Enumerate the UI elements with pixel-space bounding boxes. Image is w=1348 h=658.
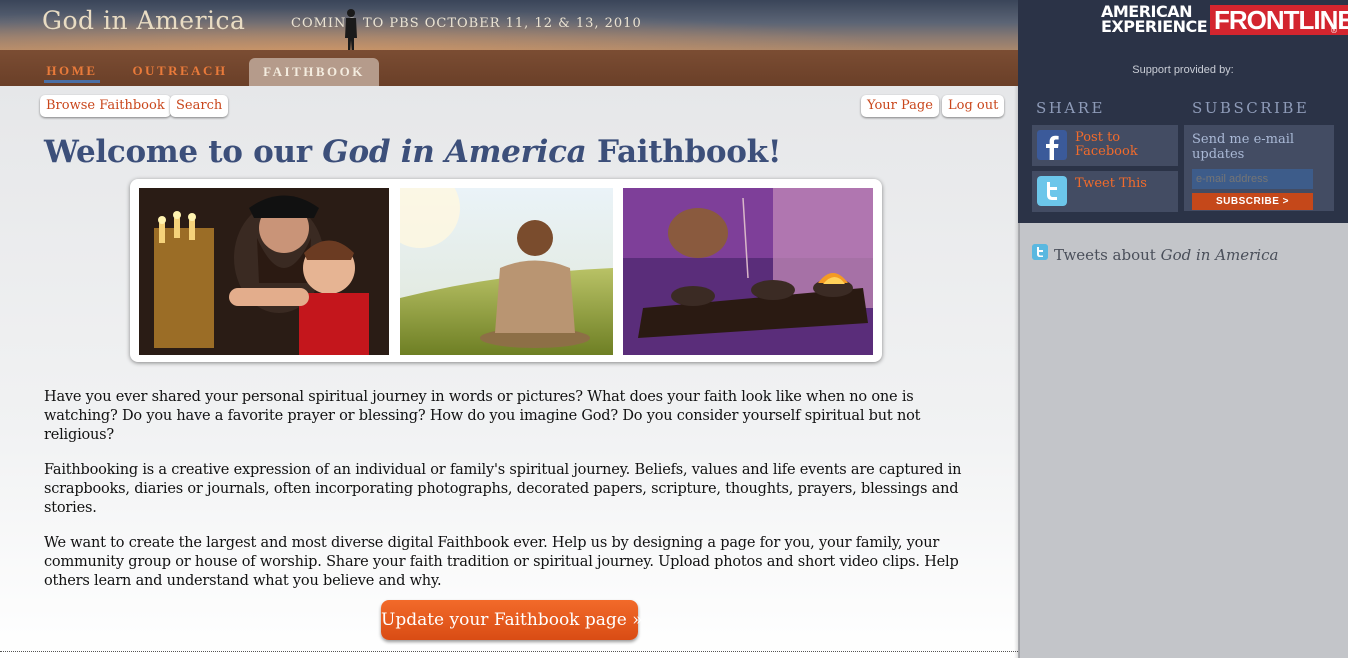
registered-mark: ®: [1330, 26, 1338, 35]
menorah-family-photo: [139, 188, 389, 355]
intro-paragraph: Have you ever shared your personal spiri…: [44, 389, 921, 443]
subscribe-form: Send me e-mail updates SUBSCRIBE >: [1184, 125, 1334, 211]
meditation-field-photo: [400, 188, 613, 355]
twitter-icon: [1037, 176, 1067, 206]
faithbooking-paragraph: Faithbooking is a creative expression of…: [44, 462, 962, 516]
main-nav: HOME OUTREACH FAITHBOOK: [0, 50, 1018, 86]
site-title-part1: God in: [42, 6, 129, 35]
page-title: Welcome to our God in America Faithbook!: [44, 134, 781, 170]
nav-outreach[interactable]: OUTREACH: [130, 50, 230, 86]
photo-strip: [130, 179, 882, 362]
subscribe-description: Send me e-mail updates: [1192, 132, 1295, 162]
subscribe-heading: SUBSCRIBE: [1192, 99, 1310, 117]
facebook-label: Post to Facebook: [1075, 130, 1138, 159]
frontline-logo[interactable]: FRONTLINE: [1210, 5, 1348, 35]
call-to-action-paragraph: We want to create the largest and most d…: [44, 535, 959, 589]
your-page-button[interactable]: Your Page: [861, 95, 939, 117]
title-italic: God in America: [322, 134, 587, 170]
post-to-facebook-button[interactable]: Post to Facebook: [1032, 125, 1178, 166]
site-title-part2: America: [136, 6, 246, 35]
main-content: Browse Faithbook Search Your Page Log ou…: [0, 86, 1018, 658]
tweets-label-italic: God in America: [1160, 246, 1279, 264]
browse-faithbook-button[interactable]: Browse Faithbook: [40, 95, 171, 117]
dotted-divider: [0, 651, 1018, 652]
site-title-logo[interactable]: God in America: [42, 6, 245, 35]
support-provided-by: Support provided by:: [1132, 64, 1234, 76]
facebook-icon: [1037, 130, 1067, 160]
log-out-button[interactable]: Log out: [942, 95, 1005, 117]
sponsor-header: AMERICAN EXPERIENCE FRONTLINE ® Support …: [1018, 0, 1348, 86]
nav-faithbook-active[interactable]: FAITHBOOK: [249, 58, 379, 86]
nav-home[interactable]: HOME: [44, 50, 100, 83]
twitter-label: Tweet This: [1075, 176, 1147, 191]
header-banner: God in America COMING TO PBS OCTOBER 11,…: [0, 0, 1018, 56]
tweets-widget-heading: Tweets about God in America: [1032, 244, 1279, 264]
tweet-this-button[interactable]: Tweet This: [1032, 171, 1178, 212]
update-faithbook-button[interactable]: Update your Faithbook page »: [381, 600, 643, 640]
ritual-offering-photo: [623, 188, 873, 355]
standing-figure-silhouette: [345, 9, 357, 56]
twitter-small-icon: [1032, 244, 1048, 260]
ae-line2: EXPERIENCE: [1101, 17, 1208, 36]
search-button[interactable]: Search: [170, 95, 229, 117]
title-after: Faithbook!: [586, 134, 782, 170]
american-experience-logo[interactable]: AMERICAN EXPERIENCE: [1101, 4, 1208, 36]
email-input[interactable]: [1192, 169, 1313, 189]
title-before: Welcome to our: [44, 134, 323, 170]
tweets-label-before: Tweets about: [1054, 246, 1161, 264]
share-subscribe-panel: SHARE SUBSCRIBE Post to Facebook Tweet T…: [1018, 86, 1348, 223]
share-heading: SHARE: [1036, 99, 1105, 117]
subscribe-button[interactable]: SUBSCRIBE >: [1192, 193, 1313, 210]
